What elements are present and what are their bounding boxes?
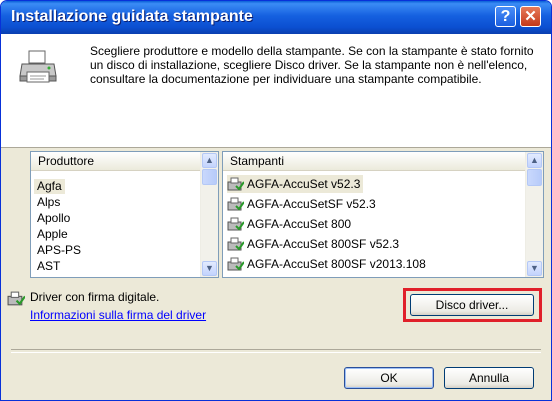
manufacturer-item[interactable]: Agfa [34,179,65,194]
scroll-down-button[interactable]: ▼ [527,261,542,276]
signature-status-text: Driver con firma digitale. [30,290,160,304]
printer-item[interactable]: AGFA-AccuSet v52.3 [227,175,364,193]
printer-item-label: AGFA-AccuSet 800SF v52.3 [247,237,400,251]
scroll-up-button[interactable]: ▲ [202,153,217,168]
manufacturer-list[interactable]: Produttore Agfa Alps Apollo Apple APS-PS… [30,151,219,278]
printer-scrollbar[interactable]: ▲ ▼ [525,152,543,277]
printer-icon [19,50,57,83]
signed-driver-icon [227,257,244,271]
window-title: Installazione guidata stampante [11,8,253,25]
signed-driver-icon [227,177,244,191]
printer-list[interactable]: Stampanti AGFA-AccuSet v52.3 AGFA-AccuSe… [222,151,544,278]
help-button[interactable]: ? [495,6,516,27]
signed-driver-icon [227,237,244,251]
scroll-down-button[interactable]: ▼ [202,261,217,276]
printer-item-label: AGFA-AccuSet 800 [247,217,352,231]
manufacturer-list-header: Produttore [31,152,201,171]
title-bar[interactable]: Installazione guidata stampante ? ✕ [1,1,551,34]
printer-list-header: Stampanti [223,152,526,171]
manufacturer-item[interactable]: AST [34,259,63,274]
signature-info-link[interactable]: Informazioni sulla firma del driver [30,308,206,322]
ok-button[interactable]: OK [344,367,434,389]
signed-driver-icon [227,217,244,231]
have-disk-button[interactable]: Disco driver... [410,294,534,316]
instructions-text: Scegliere produttore e modello della sta… [90,44,534,86]
manufacturer-item[interactable]: Apollo [34,211,73,226]
manufacturer-scrollbar[interactable]: ▲ ▼ [200,152,218,277]
printer-item[interactable]: AGFA-AccuSet 800 [227,215,351,233]
printer-item[interactable]: AGFA-AccuSet 800SF v2013.108 [227,255,426,273]
cancel-button[interactable]: Annulla [444,367,534,389]
printer-item[interactable]: AGFA-AccuSetSF v52.3 [227,195,376,213]
printer-item-label: AGFA-AccuSet v52.3 [247,177,361,191]
separator-line [11,349,541,353]
printer-item-label: AGFA-AccuSet 800SF v2013.108 [247,257,426,271]
printer-item-label: AGFA-AccuSetSF v52.3 [247,197,376,211]
manufacturer-item[interactable]: Apple [34,227,71,242]
close-button[interactable]: ✕ [520,6,541,27]
wizard-header: Scegliere produttore e modello della sta… [1,34,551,148]
manufacturer-item[interactable]: APS-PS [34,243,84,258]
scroll-thumb[interactable] [527,169,542,186]
signed-driver-icon [7,291,25,306]
signed-driver-icon [227,197,244,211]
scroll-up-button[interactable]: ▲ [527,153,542,168]
dialog-window: Installazione guidata stampante ? ✕ Sceg… [0,0,552,401]
manufacturer-item[interactable]: Alps [34,195,63,210]
scroll-thumb[interactable] [202,169,217,185]
printer-item[interactable]: AGFA-AccuSet 800SF v52.3 [227,235,399,253]
